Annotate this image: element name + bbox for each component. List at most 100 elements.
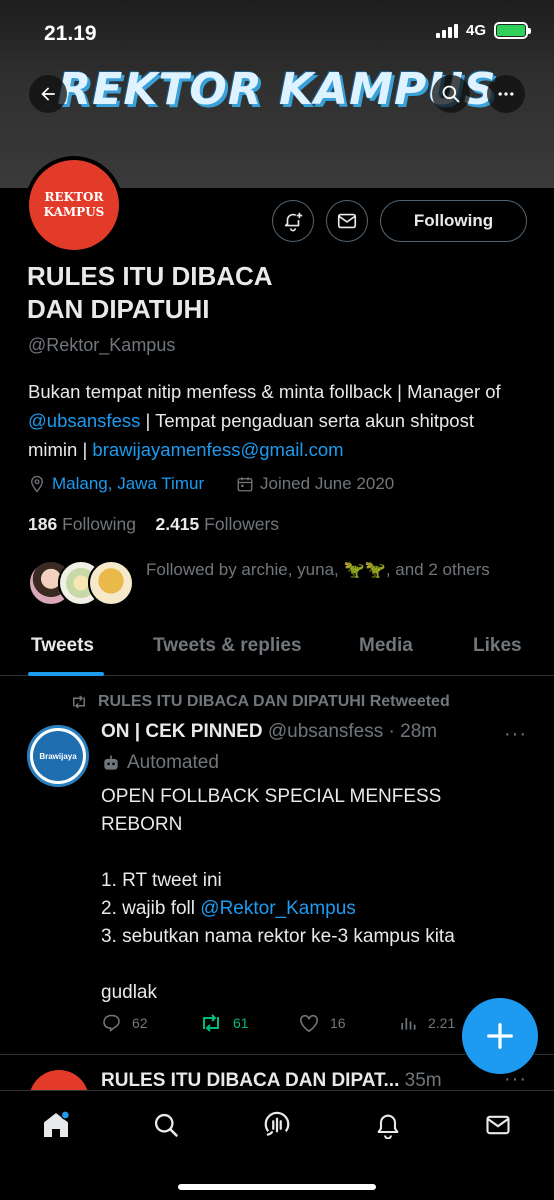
notification-bell-icon	[284, 212, 303, 232]
tweet-mention-link[interactable]: @Rektor_Kampus	[200, 898, 356, 919]
following-count: 186	[28, 514, 58, 534]
retweet-icon	[73, 695, 85, 709]
profile-joined-date: Joined June 2020	[236, 474, 394, 494]
search-icon	[154, 1113, 178, 1137]
tweet-card[interactable]: RULES ITU DIBACA DAN DIPATUHI Retweeted …	[0, 677, 554, 1055]
tweet-author-name[interactable]: RULES ITU DIBACA DAN DIPAT...	[101, 1070, 399, 1090]
retweet-icon	[203, 1014, 219, 1032]
tweet-text: OPEN FOLLBACK SPECIAL MENFESS REBORN 1. …	[101, 783, 521, 1007]
nav-notifications[interactable]	[368, 1105, 408, 1145]
reply-count: 62	[132, 1015, 148, 1031]
nav-spaces[interactable]	[257, 1105, 297, 1145]
following-label: Following	[62, 514, 137, 534]
following-count-link[interactable]: 186 Following	[28, 514, 136, 534]
more-button[interactable]	[487, 75, 525, 113]
home-indicator	[178, 1184, 376, 1190]
more-icon	[498, 92, 514, 96]
status-indicators: 4G	[435, 22, 531, 39]
active-tab-indicator	[28, 672, 104, 676]
spaces-icon	[264, 1111, 290, 1137]
nav-messages[interactable]	[478, 1105, 518, 1145]
back-arrow-icon	[41, 87, 55, 101]
avatar-logo: REKTOR KAMPUS	[29, 160, 119, 250]
profile-tabs: Tweets Tweets & replies Media Likes	[0, 622, 554, 676]
battery-icon	[494, 22, 531, 39]
tweet-author-avatar[interactable]: Brawijaya	[27, 725, 89, 787]
tab-likes[interactable]: Likes	[473, 635, 522, 657]
tweet-more-button[interactable]: ···	[504, 723, 527, 746]
reply-button[interactable]: 62	[101, 1013, 148, 1033]
automated-label: Automated	[101, 752, 219, 774]
like-button[interactable]: 16	[298, 1013, 346, 1033]
profile-handle: @Rektor_Kampus	[28, 335, 176, 355]
follow-counts: 186 Following 2.415 Followers	[28, 514, 279, 535]
search-button[interactable]	[432, 75, 470, 113]
reply-icon	[103, 1014, 120, 1033]
tab-media[interactable]: Media	[359, 635, 413, 657]
views-icon	[401, 1018, 416, 1030]
follower-avatar	[88, 560, 134, 606]
compose-tweet-button[interactable]	[462, 998, 538, 1074]
banner-title: REKTOR KAMPUS	[57, 64, 497, 115]
tweet-line: 1. RT tweet ini	[101, 870, 222, 891]
tweet-line: OPEN FOLLBACK SPECIAL MENFESS	[101, 786, 442, 807]
tweet-header: RULES ITU DIBACA DAN DIPAT... 35m	[101, 1070, 442, 1090]
retweet-label: RULES ITU DIBACA DAN DIPATUHI Retweeted	[98, 693, 450, 710]
back-button[interactable]	[29, 75, 67, 113]
compose-plus-icon	[487, 1023, 513, 1049]
views-count: 2.21	[428, 1015, 456, 1031]
followers-label: Followers	[204, 514, 280, 534]
tweet-header: ON | CEK PINNED @ubsansfess · 28m	[101, 721, 437, 743]
tweet-time[interactable]: · 28m	[389, 721, 438, 742]
bio-text: Bukan tempat nitip menfess & minta follb…	[28, 381, 501, 402]
retweet-button[interactable]: 61	[199, 1013, 249, 1033]
bio-mention-link[interactable]: @ubsansfess	[28, 410, 140, 431]
tab-tweets-and-replies[interactable]: Tweets & replies	[153, 635, 302, 657]
followers-count-link[interactable]: 2.415 Followers	[155, 514, 279, 534]
tweet-line: gudlak	[101, 982, 157, 1003]
notifications-toggle-button[interactable]	[272, 200, 314, 242]
automated-text: Automated	[127, 752, 219, 773]
bio-email-link[interactable]: brawijayamenfess@gmail.com	[92, 439, 343, 460]
avatar-text-line2: KAMPUS	[43, 205, 105, 219]
followed-by-avatars[interactable]	[28, 560, 134, 608]
home-icon	[44, 1110, 70, 1137]
retweet-context[interactable]: RULES ITU DIBACA DAN DIPATUHI Retweeted	[70, 693, 450, 711]
like-count: 16	[330, 1015, 346, 1031]
bell-icon	[377, 1114, 399, 1139]
calendar-icon	[237, 477, 253, 492]
tweet-line-text: 2. wajib foll	[101, 898, 201, 919]
tweet-avatar-logo: Brawijaya	[33, 731, 83, 781]
avatar-text-line1: REKTOR	[44, 190, 104, 204]
tweet-author-avatar[interactable]	[29, 1070, 89, 1090]
nav-home[interactable]	[36, 1105, 76, 1145]
profile-bio: Bukan tempat nitip menfess & minta follb…	[28, 377, 528, 464]
profile-location[interactable]: Malang, Jawa Timur	[28, 474, 204, 494]
mail-icon	[486, 1115, 510, 1135]
network-type: 4G	[465, 22, 486, 39]
display-name: RULES ITU DIBACA DAN DIPATUHI	[27, 261, 273, 324]
location-pin-icon	[31, 475, 43, 493]
profile-avatar[interactable]: REKTOR KAMPUS	[25, 156, 123, 254]
tweet-line: REBORN	[101, 814, 183, 835]
tweet-time[interactable]: 35m	[405, 1070, 442, 1090]
tweet-line: 3. sebutkan nama rektor ke-3 kampus kita	[101, 926, 455, 947]
mail-icon	[337, 213, 357, 229]
joined-text: Joined June 2020	[260, 474, 395, 493]
retweet-count: 61	[233, 1015, 249, 1031]
robot-icon	[104, 755, 118, 770]
tweet-author-handle[interactable]: @ubsansfess	[268, 721, 383, 742]
location-text[interactable]: Malang, Jawa Timur	[52, 474, 204, 494]
like-icon	[300, 1014, 318, 1033]
status-time: 21.19	[44, 22, 97, 45]
followed-by-text[interactable]: Followed by archie, yuna, 🦖🦖, and 2 othe…	[146, 556, 526, 583]
tab-tweets[interactable]: Tweets	[31, 635, 94, 657]
views-button[interactable]: 2.21	[398, 1013, 455, 1033]
message-button[interactable]	[326, 200, 368, 242]
nav-search[interactable]	[146, 1105, 186, 1145]
followers-count: 2.415	[155, 514, 200, 534]
tweet-author-name[interactable]: ON | CEK PINNED	[101, 721, 263, 742]
following-button[interactable]: Following	[380, 200, 527, 242]
search-icon	[442, 85, 460, 103]
status-bar: 21.19 4G	[0, 0, 554, 62]
